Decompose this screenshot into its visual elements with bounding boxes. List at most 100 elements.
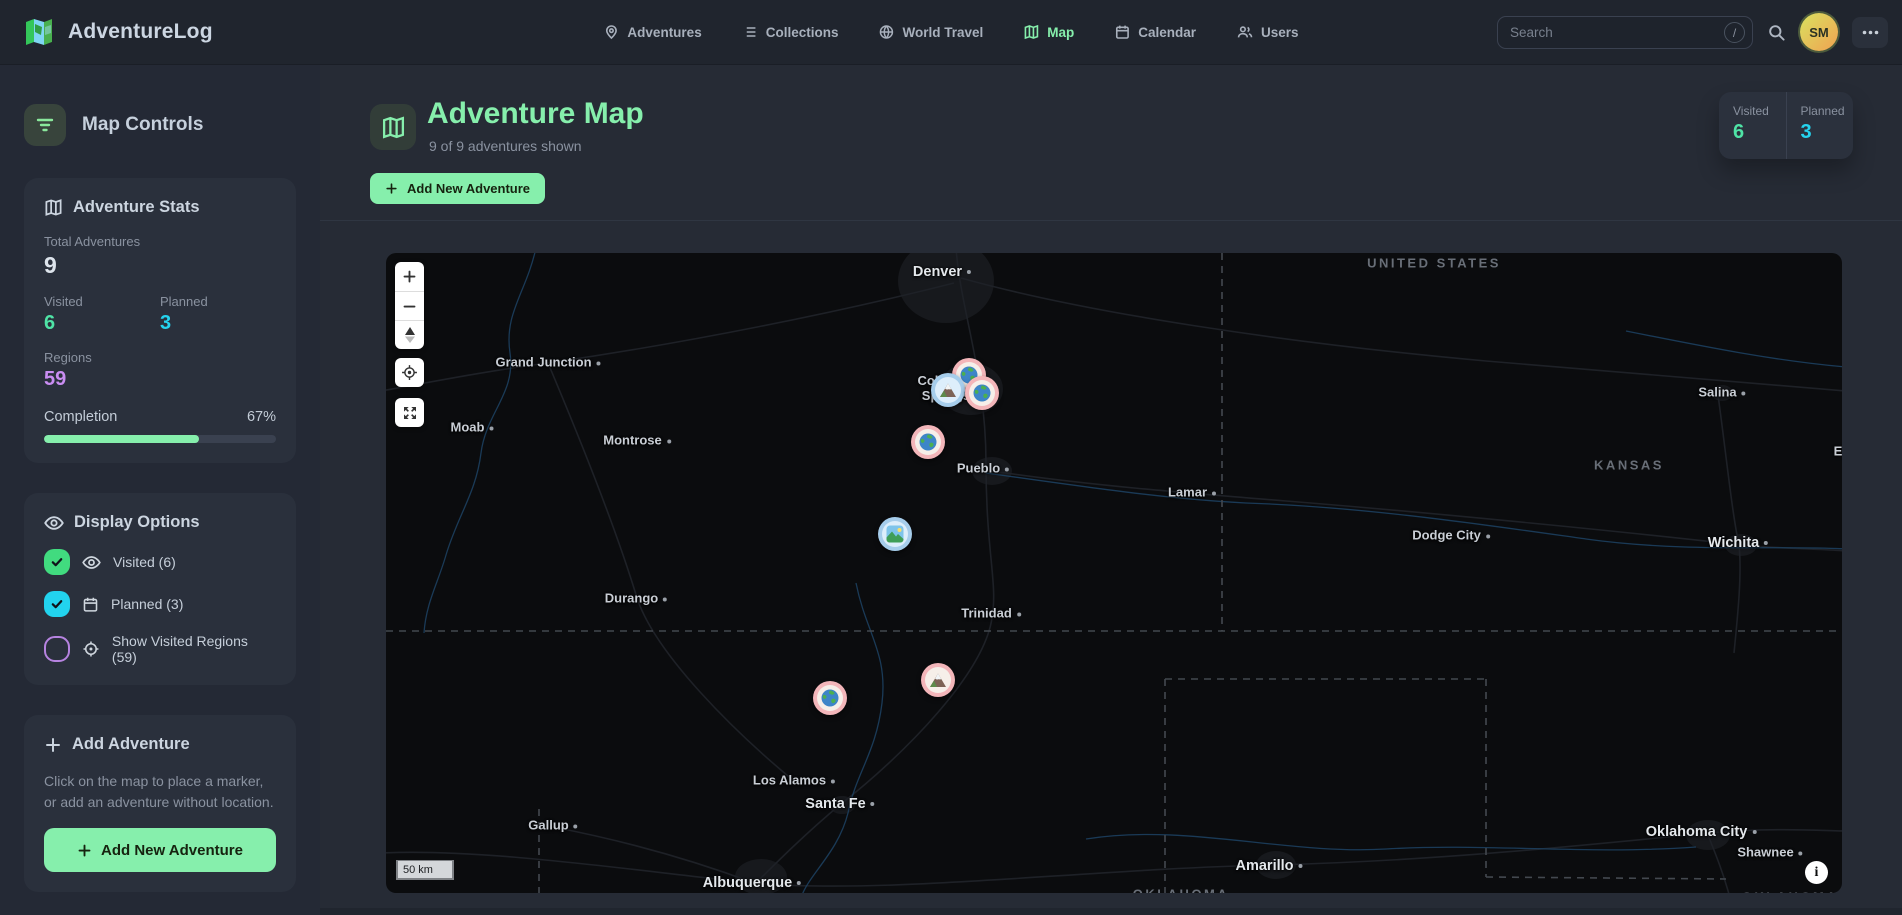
users-icon (1236, 24, 1253, 40)
app-logo-map-icon (22, 15, 56, 49)
plus-icon (44, 736, 62, 754)
nav-item-map[interactable]: Map (1023, 24, 1074, 40)
attribution-button[interactable]: i (1805, 861, 1828, 884)
add-adventure-heading-label: Add Adventure (72, 735, 190, 754)
map-label-e-clipped: E (1834, 444, 1842, 459)
add-new-adventure-button-label: Add New Adventure (407, 181, 530, 196)
adventure-marker-visited[interactable] (921, 663, 955, 697)
toggle-planned[interactable]: Planned (3) (44, 591, 276, 617)
main-nav: Adventures Collections World Travel Map … (603, 24, 1298, 40)
fullscreen-button[interactable] (395, 398, 424, 427)
more-menu-button[interactable] (1852, 17, 1888, 48)
map-label-oklahoma-city: Oklahoma City (1646, 824, 1757, 840)
header-visited-value: 6 (1733, 121, 1786, 144)
nav-item-collections[interactable]: Collections (742, 24, 839, 40)
visited-option-label: Visited (6) (113, 554, 176, 570)
nav-item-world-travel[interactable]: World Travel (878, 24, 983, 40)
plus-icon (385, 182, 398, 195)
map-label-dodge-city: Dodge City (1412, 528, 1490, 543)
adventure-marker-visited[interactable] (965, 376, 999, 410)
header-stats-card: Visited 6 Planned 3 (1719, 92, 1853, 159)
check-icon (50, 555, 64, 569)
nav-item-adventures[interactable]: Adventures (603, 24, 701, 40)
nav-item-calendar[interactable]: Calendar (1114, 24, 1196, 40)
map-label-los-alamos: Los Alamos (753, 773, 835, 788)
nav-label: World Travel (902, 25, 983, 40)
add-new-adventure-button[interactable]: Add New Adventure (370, 173, 545, 204)
compass-button[interactable] (395, 320, 424, 349)
adventure-marker-planned[interactable] (931, 373, 965, 407)
header-planned-value: 3 (1801, 121, 1854, 144)
map-label-oklahoma-clipped: OKLAHOMA (1742, 890, 1839, 894)
geolocate-button[interactable] (395, 358, 424, 387)
map-label-montrose: Montrose (603, 433, 671, 448)
page-title: Adventure Map (427, 97, 644, 131)
nav-label: Adventures (627, 25, 701, 40)
minus-icon (402, 299, 417, 314)
visited-label: Visited (44, 294, 160, 309)
search-icon[interactable] (1767, 23, 1786, 42)
display-options-heading: Display Options (44, 513, 276, 532)
app-brand[interactable]: AdventureLog (22, 15, 213, 49)
search-input[interactable] (1498, 17, 1752, 48)
filter-icon (35, 117, 55, 133)
header-planned-label: Planned (1801, 104, 1854, 118)
header-visited-stat: Visited 6 (1719, 92, 1786, 159)
app-title: AdventureLog (68, 20, 213, 44)
adventure-map[interactable]: Denver UNITED STATES Grand Junction Sali… (386, 253, 1842, 893)
add-adventure-heading: Add Adventure (44, 735, 276, 754)
toggle-visited[interactable]: Visited (6) (44, 549, 276, 575)
sidebar-title: Map Controls (82, 114, 203, 136)
nav-label: Map (1047, 25, 1074, 40)
add-adventure-description: Click on the map to place a marker, or a… (44, 771, 276, 813)
geolocate-icon (401, 364, 418, 381)
map-label-shawnee: Shawnee (1737, 845, 1802, 860)
globe-marker-icon (817, 685, 843, 711)
nav-label: Users (1261, 25, 1299, 40)
map-label-pueblo: Pueblo (957, 461, 1009, 476)
completion-label: Completion (44, 409, 117, 425)
add-new-adventure-button-label: Add New Adventure (101, 842, 243, 859)
header-planned-stat: Planned 3 (1786, 92, 1854, 159)
adventure-stats-card: Adventure Stats Total Adventures 9 Visit… (24, 178, 296, 463)
map-label-amarillo: Amarillo (1235, 858, 1302, 874)
regions-option-label: Show Visited Regions (59) (112, 633, 276, 665)
nav-label: Collections (766, 25, 839, 40)
add-new-adventure-button[interactable]: Add New Adventure (44, 828, 276, 872)
user-avatar[interactable]: SM (1800, 13, 1838, 51)
planned-label: Planned (160, 294, 276, 309)
adventure-marker-visited[interactable] (911, 425, 945, 459)
zoom-in-button[interactable] (395, 262, 424, 291)
list-icon (742, 24, 758, 40)
fullscreen-icon (402, 405, 418, 421)
map-label-albuquerque: Albuquerque (703, 875, 801, 891)
adventure-marker-visited[interactable] (813, 681, 847, 715)
zoom-out-button[interactable] (395, 291, 424, 320)
plus-icon (77, 843, 92, 858)
top-navbar: AdventureLog Adventures Collections Worl… (0, 0, 1902, 64)
map-label-salina: Salina (1698, 385, 1745, 400)
regions-label: Regions (44, 350, 276, 365)
map-label-moab: Moab (451, 420, 494, 435)
total-adventures-label: Total Adventures (44, 234, 276, 249)
map-controls-sidebar: Map Controls Adventure Stats Total Adven… (0, 64, 320, 915)
map-label-united-states: UNITED STATES (1367, 256, 1501, 271)
nav-item-users[interactable]: Users (1236, 24, 1299, 40)
pin-icon (603, 24, 619, 40)
toggle-visited-regions[interactable]: Show Visited Regions (59) (44, 633, 276, 665)
adventure-marker-planned[interactable] (878, 517, 912, 551)
completion-percent: 67% (247, 409, 276, 425)
planned-checkbox[interactable] (44, 591, 70, 617)
regions-checkbox[interactable] (44, 636, 70, 662)
map-label-trinidad: Trinidad (961, 606, 1021, 621)
visited-checkbox[interactable] (44, 549, 70, 575)
main-content: Adventure Map 9 of 9 adventures shown Ad… (320, 64, 1902, 915)
map-label-grand-junction: Grand Junction (495, 355, 600, 370)
fullscreen-control (395, 398, 424, 427)
sidebar-header: Map Controls (24, 104, 296, 146)
map-label-durango: Durango (605, 591, 667, 606)
compass-icon (403, 326, 417, 344)
check-icon (50, 597, 64, 611)
search-shortcut-badge: / (1724, 22, 1745, 43)
total-adventures-value: 9 (44, 252, 276, 279)
